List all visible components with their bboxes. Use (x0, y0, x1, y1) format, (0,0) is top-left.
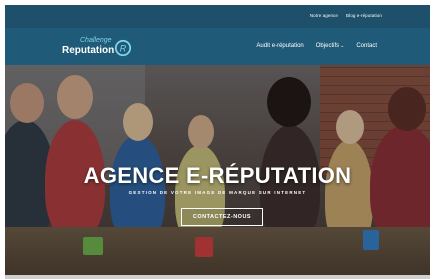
hero-subtitle: GESTION DE VOTRE IMAGE DE MARQUE SUR INT… (128, 190, 307, 195)
menu-item-contact[interactable]: Contact (356, 43, 377, 49)
link-blog[interactable]: Blog e-réputation (346, 13, 382, 18)
main-navbar: Challenge Reputation R Audit e-réputatio… (5, 28, 430, 65)
main-menu: Audit e-réputation Objectifs⌄ Contact (256, 43, 377, 49)
top-utility-bar: Notre agence Blog e-réputation (5, 5, 430, 28)
menu-item-objectifs-label: Objectifs (315, 43, 340, 49)
logo-line1: Challenge (80, 37, 112, 44)
site-logo[interactable]: Challenge Reputation R (62, 37, 142, 57)
chevron-down-icon: ⌄ (340, 43, 345, 49)
page-frame: Notre agence Blog e-réputation Challenge… (5, 5, 430, 279)
svg-text:R: R (120, 44, 127, 54)
link-notre-agence[interactable]: Notre agence (310, 13, 338, 18)
page-bottom-strip (5, 275, 430, 279)
logo-mark-icon: R (114, 39, 132, 57)
contact-button[interactable]: CONTACTEZ-NOUS (181, 208, 263, 226)
menu-item-objectifs[interactable]: Objectifs⌄ (316, 43, 345, 49)
menu-item-audit[interactable]: Audit e-réputation (256, 43, 303, 49)
utility-links: Notre agence Blog e-réputation (310, 13, 382, 18)
hero-section: AGENCE E-RÉPUTATION GESTION DE VOTRE IMA… (5, 65, 430, 275)
logo-line2: Reputation (62, 45, 115, 56)
hero-title: AGENCE E-RÉPUTATION (83, 163, 352, 188)
